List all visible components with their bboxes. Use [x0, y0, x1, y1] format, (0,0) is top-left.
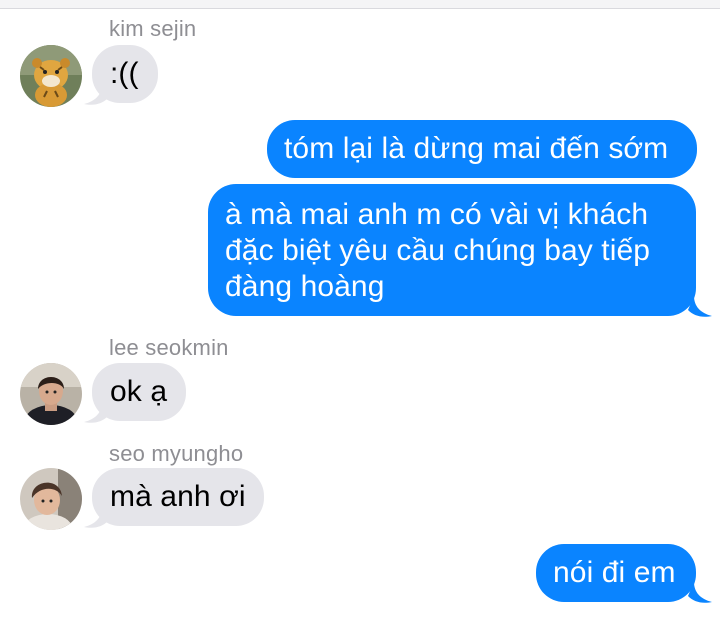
sender-name: lee seokmin [109, 335, 229, 360]
person-dark-jacket-avatar-icon [20, 363, 82, 425]
tiger-plush-avatar-icon [20, 45, 82, 107]
message-bubble-outgoing[interactable]: tóm lại là dừng mai đến sớm [267, 120, 697, 178]
bubble-tail [84, 84, 108, 105]
bubble-tail [688, 582, 712, 603]
message-bubble-outgoing[interactable]: à mà mai anh m có vài vị khách đặc biệt … [208, 184, 696, 316]
message-text: tóm lại là dừng mai đến sớm [284, 132, 669, 165]
message-bubble-outgoing[interactable]: nói đi em [536, 544, 696, 602]
sender-name: kim sejin [109, 16, 197, 41]
avatar-kim-sejin[interactable] [20, 45, 82, 107]
message-text: mà anh ơi [110, 480, 246, 513]
message-bubble-incoming[interactable]: mà anh ơi [92, 468, 264, 526]
message-text: à mà mai anh m có vài vị khách đặc biệt … [225, 198, 651, 303]
message-text: nói đi em [553, 556, 676, 589]
message-text: :(( [110, 57, 139, 90]
top-edge-bar [0, 0, 720, 9]
bubble-tail [688, 296, 712, 317]
avatar-lee-seokmin[interactable] [20, 363, 82, 425]
message-text: ok ạ [110, 375, 168, 408]
person-light-hair-avatar-icon [20, 468, 82, 530]
bubble-tail [84, 402, 108, 423]
avatar-seo-myungho[interactable] [20, 468, 82, 530]
bubble-tail [84, 507, 108, 528]
sender-name: seo myungho [109, 441, 244, 466]
